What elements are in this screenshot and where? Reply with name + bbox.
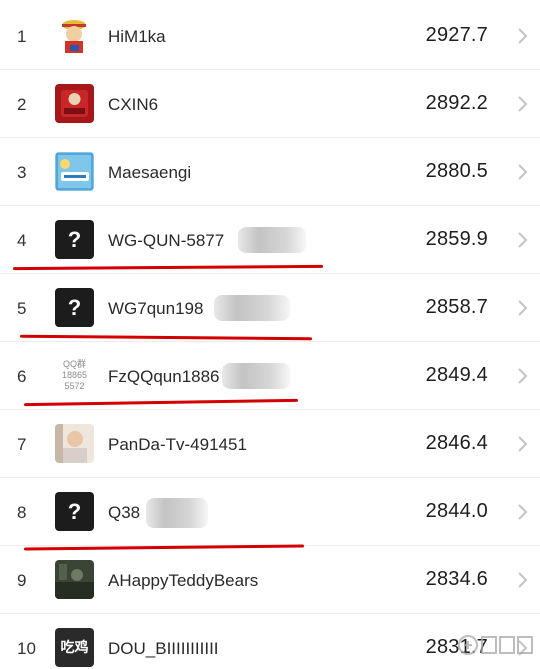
player-name: HiM1ka xyxy=(108,27,166,46)
player-score: 2858.7 xyxy=(425,296,488,318)
chevron-right-icon[interactable] xyxy=(516,300,528,316)
leaderboard-row[interactable]: 9 AHappyTeddyBears 2834.6 xyxy=(0,546,540,614)
leaderboard-row[interactable]: 2 CXIN6 2892.2 xyxy=(0,70,540,138)
rank-number: 4 xyxy=(17,231,27,250)
rank-number: 5 xyxy=(17,299,27,318)
player-name: PanDa-Tv-491451 xyxy=(108,435,247,454)
rank-number: 8 xyxy=(17,503,27,522)
chevron-right-icon[interactable] xyxy=(516,368,528,384)
chevron-right-icon[interactable] xyxy=(516,232,528,248)
photo-avatar-icon xyxy=(55,424,94,463)
question-mark-icon: ? xyxy=(55,220,94,259)
leaderboard-row[interactable]: 1 HiM1ka 2927.7 xyxy=(0,2,540,70)
leaderboard-row[interactable]: 7 PanDa-Tv-491451 2846.4 xyxy=(0,410,540,478)
chevron-right-icon[interactable] xyxy=(516,436,528,452)
chevron-right-icon[interactable] xyxy=(516,96,528,112)
chevron-right-icon[interactable] xyxy=(516,572,528,588)
player-name: FzQQqun1886 xyxy=(108,367,220,386)
player-score: 2927.7 xyxy=(425,24,488,46)
player-name: Q38 xyxy=(108,503,141,522)
question-mark-icon: ? xyxy=(55,288,94,327)
player-score: 2844.0 xyxy=(425,500,488,522)
player-score: 2892.2 xyxy=(425,92,488,114)
player-name: WG7qun198 xyxy=(108,299,204,318)
cartoon-panel-icon xyxy=(55,152,94,191)
leaderboard-row[interactable]: 8 ? Q38 2844.0 xyxy=(0,478,540,546)
question-mark-icon: ? xyxy=(55,492,94,531)
player-score: 2880.5 xyxy=(425,160,488,182)
leaderboard-list: 1 HiM1ka 2927.7 2 CXIN6 2892.2 3 Maesaen… xyxy=(0,0,540,669)
rank-number: 10 xyxy=(17,639,36,658)
player-name: Maesaengi xyxy=(108,163,192,182)
cartoon-pirate-icon xyxy=(55,16,94,55)
name-redaction-blur xyxy=(214,295,290,321)
qq-group-text-icon: QQ群 18865 5572 xyxy=(55,356,94,395)
leaderboard-row[interactable]: 4 ? WG-QUN-5877 2859.9 xyxy=(0,206,540,274)
chevron-right-icon[interactable] xyxy=(516,28,528,44)
rank-number: 6 xyxy=(17,367,27,386)
player-name: AHappyTeddyBears xyxy=(108,571,259,590)
leaderboard-row[interactable]: 5 ? WG7qun198 2858.7 xyxy=(0,274,540,342)
chevron-right-icon[interactable] xyxy=(516,164,528,180)
avatar-text-line: 18865 xyxy=(61,370,88,380)
rank-number: 3 xyxy=(17,163,27,182)
rank-number: 9 xyxy=(17,571,27,590)
avatar-text-line: QQ群 xyxy=(62,359,86,369)
rank-number: 1 xyxy=(17,27,27,46)
name-redaction-blur xyxy=(238,227,306,253)
player-score: 2859.9 xyxy=(425,228,488,250)
rank-number: 2 xyxy=(17,95,27,114)
name-redaction-blur xyxy=(222,363,290,389)
dark-photo-avatar-icon xyxy=(55,560,94,599)
rank-number: 7 xyxy=(17,435,27,454)
leaderboard-row[interactable]: 3 Maesaengi 2880.5 xyxy=(0,138,540,206)
player-score: 2846.4 xyxy=(425,432,488,454)
name-redaction-blur xyxy=(146,498,208,528)
chiji-text-icon: 吃鸡 xyxy=(55,628,94,667)
red-badge-icon xyxy=(55,84,94,123)
chevron-right-icon[interactable] xyxy=(516,504,528,520)
player-score: 2834.6 xyxy=(425,568,488,590)
player-name: CXIN6 xyxy=(108,95,159,114)
player-score: 2849.4 xyxy=(425,364,488,386)
avatar-text-line: 5572 xyxy=(64,381,85,391)
player-name: DOU_BIIIIIIIIIII xyxy=(108,639,219,658)
player-name: WG-QUN-5877 xyxy=(108,231,225,250)
site-watermark-logo xyxy=(458,630,534,665)
